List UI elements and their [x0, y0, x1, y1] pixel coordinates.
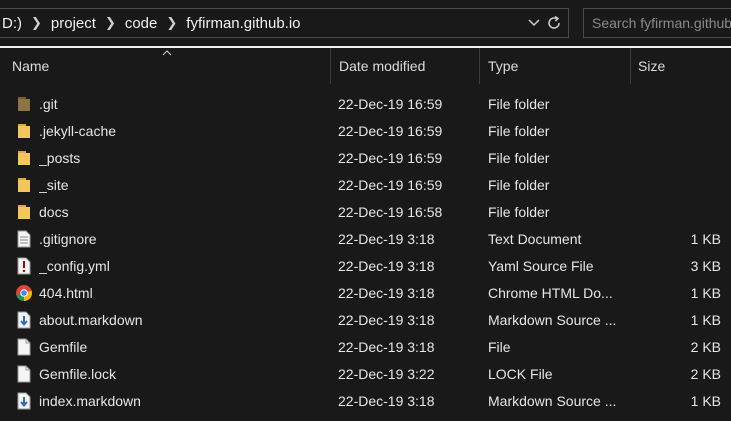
file-row[interactable]: docs 22-Dec-19 16:58 File folder: [0, 198, 731, 225]
search-input[interactable]: Search fyfirman.github.io: [583, 8, 731, 38]
file-size: [630, 117, 721, 144]
file-date-modified: 22-Dec-19 3:18: [338, 392, 435, 409]
column-date-modified[interactable]: Date modified: [339, 48, 425, 84]
file-size: [630, 198, 721, 225]
file-date-modified: 22-Dec-19 3:18: [338, 257, 435, 274]
file-name: _posts: [39, 149, 81, 166]
file-name: .git: [39, 95, 58, 112]
chevron-right-icon[interactable]: ❯: [98, 15, 123, 31]
file-date-modified: 22-Dec-19 3:18: [338, 284, 435, 301]
file-type: Markdown Source ...: [488, 311, 617, 328]
column-header: Name Date modified Type Size: [0, 48, 731, 84]
column-size[interactable]: Size: [638, 48, 665, 84]
file-row[interactable]: Gemfile 22-Dec-19 3:18 File 2 KB: [0, 333, 731, 360]
file-type: Text Document: [488, 230, 582, 247]
column-type[interactable]: Type: [488, 48, 518, 84]
folder-icon: [14, 171, 34, 198]
file-date-modified: 22-Dec-19 3:18: [338, 311, 435, 328]
file-date-modified: 22-Dec-19 16:59: [338, 149, 443, 166]
file-row[interactable]: .git 22-Dec-19 16:59 File folder: [0, 90, 731, 117]
markdown-file-icon: [14, 306, 34, 333]
folder-icon: [14, 117, 34, 144]
file-name: about.markdown: [39, 311, 143, 328]
file-type: File folder: [488, 122, 550, 139]
file-type: File folder: [488, 95, 550, 112]
yaml-file-icon: [14, 252, 34, 279]
file-name: .jekyll-cache: [39, 122, 117, 139]
file-row[interactable]: _site 22-Dec-19 16:59 File folder: [0, 171, 731, 198]
file-name: Gemfile.lock: [39, 365, 117, 382]
file-type: File: [488, 338, 511, 355]
file-date-modified: 22-Dec-19 3:18: [338, 230, 435, 247]
navigation-bar: D:) ❯ project ❯ code ❯ fyfirman.github.i…: [0, 0, 731, 46]
sort-ascending-icon: [162, 50, 172, 56]
file-size: 1 KB: [690, 284, 721, 301]
file-type: LOCK File: [488, 365, 553, 382]
folder-icon: [14, 144, 34, 171]
file-date-modified: 22-Dec-19 16:59: [338, 122, 443, 139]
breadcrumb-drive[interactable]: D:): [0, 15, 24, 32]
file-row[interactable]: Gemfile.lock 22-Dec-19 3:22 LOCK File 2 KB: [0, 360, 731, 387]
chrome-icon: [14, 279, 34, 306]
file-type: File folder: [488, 203, 550, 220]
file-type: File folder: [488, 176, 550, 193]
file-row[interactable]: 404.html 22-Dec-19 3:18 Chrome HTML Do... 1…: [0, 279, 731, 306]
address-bar[interactable]: D:) ❯ project ❯ code ❯ fyfirman.github.i…: [0, 8, 569, 38]
file-size: [630, 171, 721, 198]
file-size: 2 KB: [690, 365, 721, 382]
file-type: Yaml Source File: [488, 257, 594, 274]
chevron-right-icon[interactable]: ❯: [159, 15, 184, 31]
column-separator[interactable]: [630, 48, 631, 84]
file-name: Gemfile: [39, 338, 88, 355]
blank-file-icon: [14, 360, 34, 387]
file-name: _config.yml: [39, 257, 110, 274]
folder-icon: [14, 198, 34, 225]
file-type: Chrome HTML Do...: [488, 284, 613, 301]
breadcrumb-current[interactable]: fyfirman.github.io: [184, 15, 302, 32]
search-placeholder: Search fyfirman.github.io: [592, 15, 731, 31]
file-size: [630, 90, 721, 117]
breadcrumb-code[interactable]: code: [123, 15, 160, 32]
file-size: 1 KB: [690, 311, 721, 328]
refresh-icon[interactable]: [546, 15, 562, 31]
file-row[interactable]: .jekyll-cache 22-Dec-19 16:59 File folder: [0, 117, 731, 144]
file-date-modified: 22-Dec-19 16:59: [338, 95, 443, 112]
file-size: 1 KB: [690, 392, 721, 409]
file-type: File folder: [488, 149, 550, 166]
column-name[interactable]: Name: [12, 48, 49, 84]
file-row[interactable]: about.markdown 22-Dec-19 3:18 Markdown Sou…: [0, 306, 731, 333]
file-size: 3 KB: [690, 257, 721, 274]
file-size: [630, 144, 721, 171]
file-size: 1 KB: [690, 230, 721, 247]
text-file-icon: [14, 225, 34, 252]
file-name: .gitignore: [39, 230, 97, 247]
column-separator[interactable]: [479, 48, 480, 84]
breadcrumb-project[interactable]: project: [49, 15, 98, 32]
file-row[interactable]: _config.yml 22-Dec-19 3:18 Yaml Source Fil…: [0, 252, 731, 279]
file-row[interactable]: index.markdown 22-Dec-19 3:18 Markdown Sou…: [0, 387, 731, 414]
markdown-file-icon: [14, 387, 34, 414]
file-name: 404.html: [39, 284, 93, 301]
chevron-down-icon[interactable]: [528, 19, 540, 27]
file-date-modified: 22-Dec-19 3:18: [338, 338, 435, 355]
file-date-modified: 22-Dec-19 3:22: [338, 365, 435, 382]
file-name: _site: [39, 176, 69, 193]
chevron-right-icon[interactable]: ❯: [24, 15, 49, 31]
file-row[interactable]: .gitignore 22-Dec-19 3:18 Text Document 1 K…: [0, 225, 731, 252]
file-date-modified: 22-Dec-19 16:59: [338, 176, 443, 193]
column-separator[interactable]: [330, 48, 331, 84]
file-name: docs: [39, 203, 69, 220]
folder-dim-icon: [14, 90, 34, 117]
file-row[interactable]: _posts 22-Dec-19 16:59 File folder: [0, 144, 731, 171]
file-date-modified: 22-Dec-19 16:58: [338, 203, 443, 220]
blank-file-icon: [14, 333, 34, 360]
file-size: 2 KB: [690, 338, 721, 355]
file-name: index.markdown: [39, 392, 141, 409]
file-type: Markdown Source ...: [488, 392, 617, 409]
